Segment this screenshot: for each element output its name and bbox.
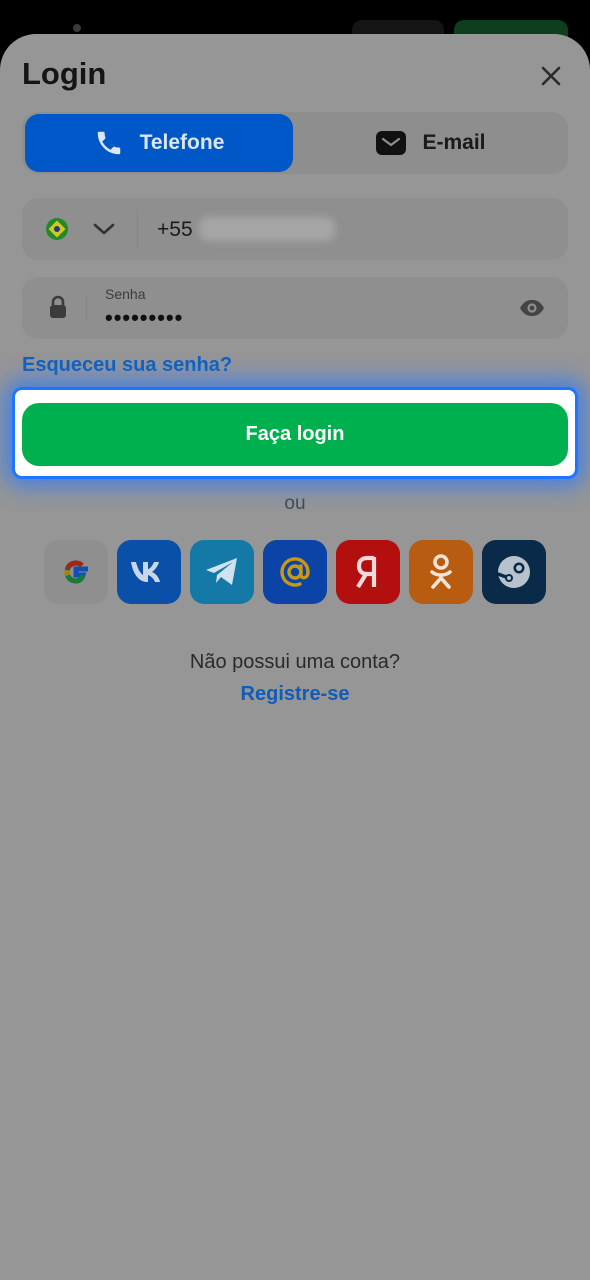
mail-icon (376, 131, 407, 155)
phone-field[interactable]: +55 (22, 198, 568, 260)
divider (137, 210, 138, 248)
tab-email-label: E-mail (422, 131, 486, 154)
yandex-icon (356, 555, 377, 589)
or-divider-text: ou (284, 493, 306, 514)
phone-icon (97, 131, 120, 155)
login-button[interactable]: Faça login (22, 403, 568, 466)
tab-email[interactable]: E-mail (297, 114, 565, 172)
google-icon (64, 560, 88, 584)
login-method-tabs: Telefone E-mail (22, 112, 568, 174)
close-button[interactable] (533, 58, 569, 94)
odnoklassniki-icon (430, 554, 452, 589)
social-login-row (44, 540, 548, 604)
page-title: Login (22, 56, 107, 91)
country-code: +55 (157, 218, 193, 241)
password-field[interactable]: Senha ••••••••• (22, 277, 568, 339)
phone-number-redacted[interactable] (199, 217, 335, 241)
camera-dot (73, 24, 81, 32)
password-label: Senha (105, 286, 146, 302)
mail-ru-icon (280, 557, 310, 587)
chevron-down-icon[interactable] (92, 218, 116, 240)
close-icon (541, 66, 561, 86)
login-sheet: Login Telefone E-mail +55 Senha ••••••••… (0, 34, 590, 1280)
vk-icon (131, 562, 160, 582)
google-login-button[interactable] (44, 540, 108, 604)
lock-icon (50, 295, 66, 318)
password-value[interactable]: ••••••••• (105, 305, 183, 331)
telegram-icon (206, 558, 237, 585)
tab-phone[interactable]: Telefone (25, 114, 293, 172)
vk-login-button[interactable] (117, 540, 181, 604)
forgot-password-link[interactable]: Esqueceu sua senha? (22, 354, 232, 377)
tab-phone-label: Telefone (139, 131, 225, 154)
yandex-login-button[interactable] (336, 540, 400, 604)
steam-icon (496, 556, 530, 588)
divider (86, 295, 87, 321)
steam-login-button[interactable] (482, 540, 546, 604)
telegram-login-button[interactable] (190, 540, 254, 604)
mail-ru-login-button[interactable] (263, 540, 327, 604)
register-link[interactable]: Registre-se (0, 683, 590, 706)
brazil-flag-icon (46, 218, 68, 240)
odnoklassniki-login-button[interactable] (409, 540, 473, 604)
eye-icon[interactable] (519, 298, 545, 318)
no-account-text: Não possui uma conta? (189, 651, 401, 673)
